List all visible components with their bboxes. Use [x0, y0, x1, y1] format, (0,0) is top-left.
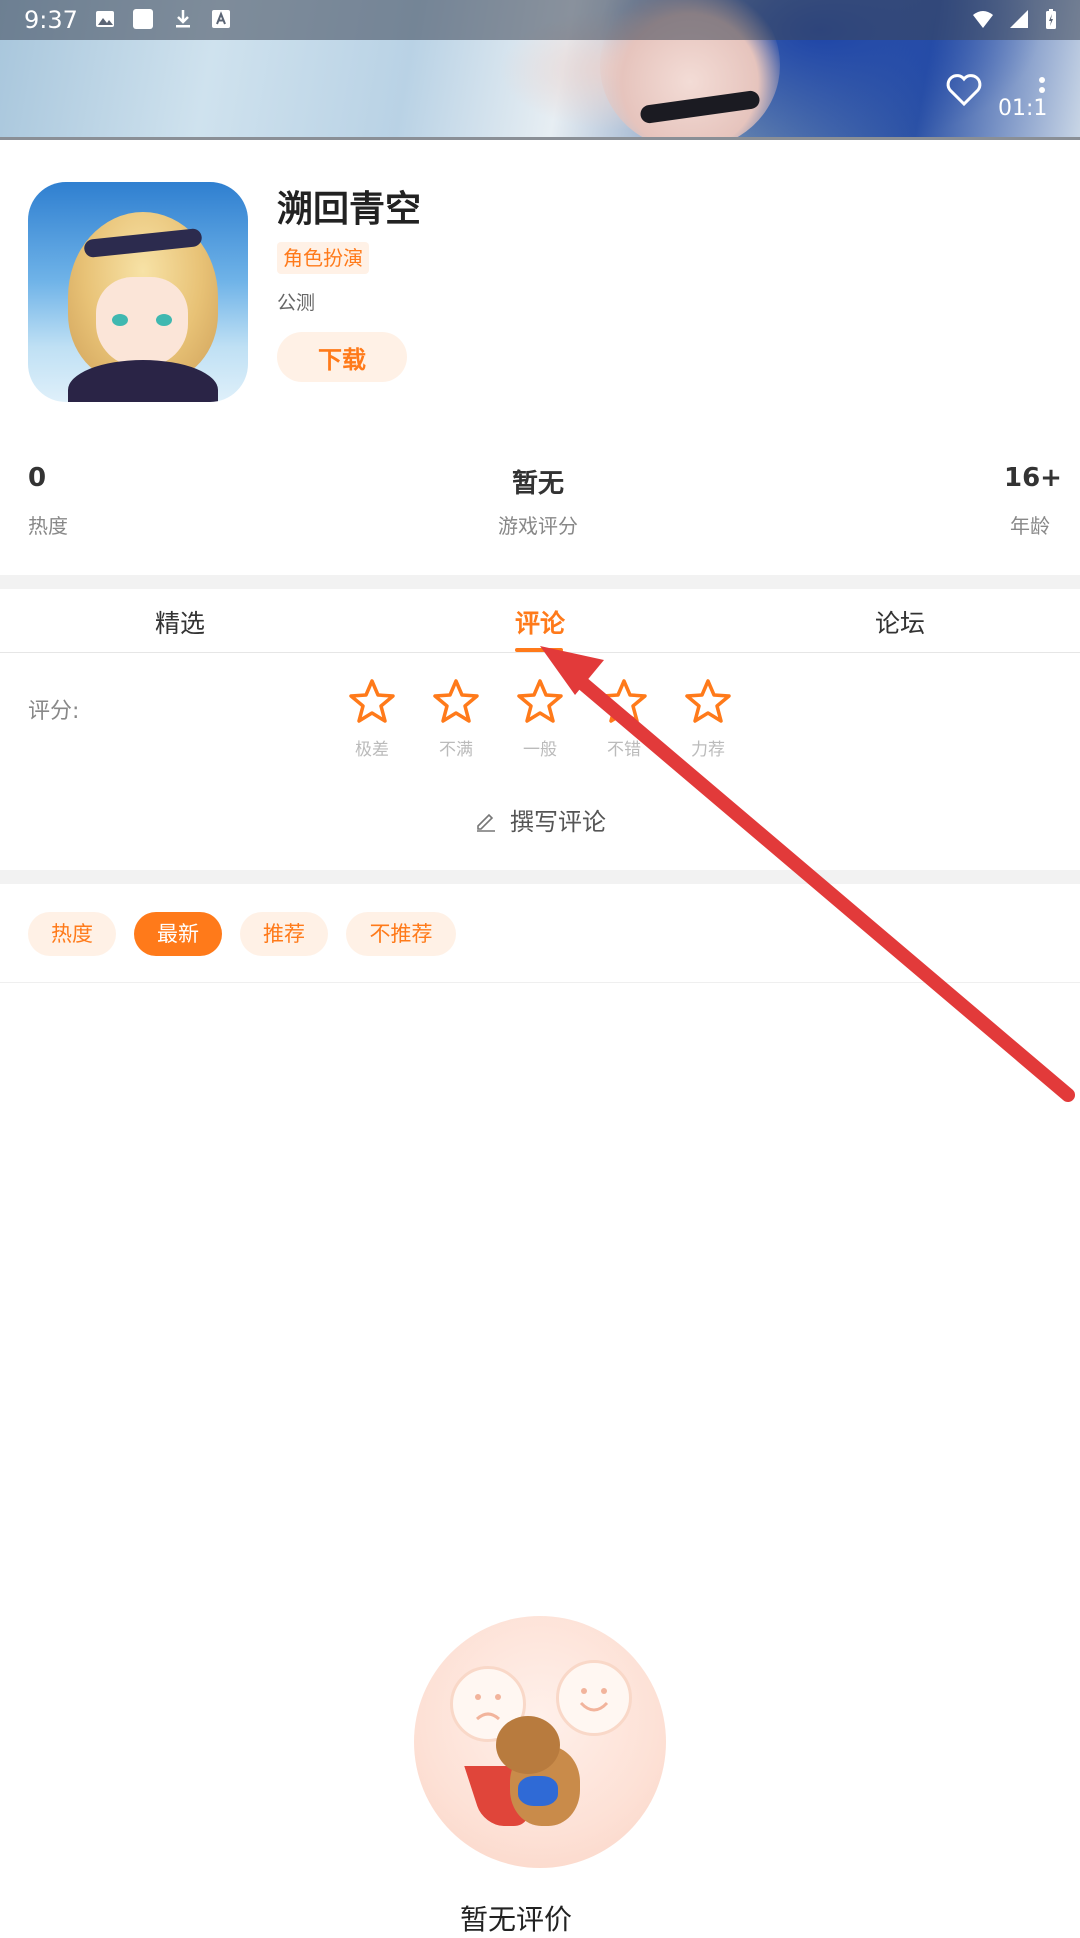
- stat-score-value: 暂无: [512, 469, 565, 499]
- tab-featured[interactable]: 精选: [80, 604, 280, 640]
- star-caption: 极差: [355, 740, 389, 760]
- star-rating-3[interactable]: 一般: [510, 677, 570, 760]
- happy-face-icon: [556, 1660, 632, 1736]
- filter-chip-popular[interactable]: 热度: [28, 912, 116, 956]
- stat-score-label: 游戏评分: [498, 514, 578, 538]
- tab-comments[interactable]: 评论: [440, 604, 640, 640]
- game-icon-image: [28, 182, 248, 402]
- star-rating-5[interactable]: 力荐: [678, 677, 738, 760]
- filter-chip-latest[interactable]: 最新: [134, 912, 222, 956]
- empty-state-illustration: [414, 1616, 666, 1868]
- square-icon: [132, 8, 154, 30]
- star-icon: [685, 679, 731, 723]
- game-banner[interactable]: 9:37 01:1: [0, 0, 1080, 140]
- image-icon: [94, 8, 116, 30]
- font-icon: [210, 8, 232, 30]
- rating-label: 评分:: [28, 699, 80, 724]
- download-button[interactable]: 下载: [277, 332, 407, 382]
- star-caption: 不满: [439, 740, 473, 760]
- battery-icon: [1040, 8, 1062, 30]
- star-caption: 力荐: [691, 740, 725, 760]
- status-time: 9:37: [24, 6, 78, 34]
- pen-icon: [477, 813, 495, 832]
- wifi-icon: [972, 8, 994, 30]
- test-status: 公测: [277, 292, 316, 314]
- star-caption: 不错: [607, 740, 641, 760]
- stat-age-label: 年龄: [1010, 514, 1050, 538]
- game-title: 溯回青空: [277, 189, 422, 230]
- star-rating-2[interactable]: 不满: [426, 677, 486, 760]
- stat-popularity-value: 0: [28, 463, 47, 493]
- stat-popularity-label: 热度: [28, 514, 68, 538]
- icon-face: [96, 277, 188, 367]
- signal-icon: [1008, 8, 1030, 30]
- star-icon: [517, 679, 563, 723]
- bear-mascot-icon: [496, 1716, 560, 1774]
- stat-age-value: 16+: [1004, 463, 1062, 493]
- star-icon: [601, 679, 647, 723]
- video-duration: 01:1: [998, 96, 1048, 121]
- write-review-button[interactable]: 撰写评论: [474, 802, 606, 837]
- icon-eye-left: [112, 314, 128, 326]
- section-divider: [0, 870, 1080, 884]
- star-icon: [433, 679, 479, 723]
- filter-chip-not-recommended[interactable]: 不推荐: [346, 912, 456, 956]
- status-bar: 9:37: [0, 0, 1080, 40]
- download-icon: [172, 8, 194, 30]
- tab-underline: [0, 652, 1080, 653]
- star-rating-4[interactable]: 不错: [594, 677, 654, 760]
- star-rating-1[interactable]: 极差: [342, 677, 402, 760]
- star-icon: [349, 679, 395, 723]
- tab-forum[interactable]: 论坛: [800, 604, 1000, 640]
- filter-chip-recommended[interactable]: 推荐: [240, 912, 328, 956]
- write-review-label: 撰写评论: [510, 808, 606, 836]
- genre-tag[interactable]: 角色扮演: [277, 242, 369, 274]
- filter-divider: [0, 982, 1080, 983]
- icon-eye-right: [156, 314, 172, 326]
- section-divider: [0, 575, 1080, 589]
- bear-shirt: [518, 1776, 558, 1806]
- empty-state-text: 暂无评价: [460, 1903, 573, 1936]
- star-caption: 一般: [523, 740, 557, 760]
- favorite-heart-icon[interactable]: [944, 70, 984, 110]
